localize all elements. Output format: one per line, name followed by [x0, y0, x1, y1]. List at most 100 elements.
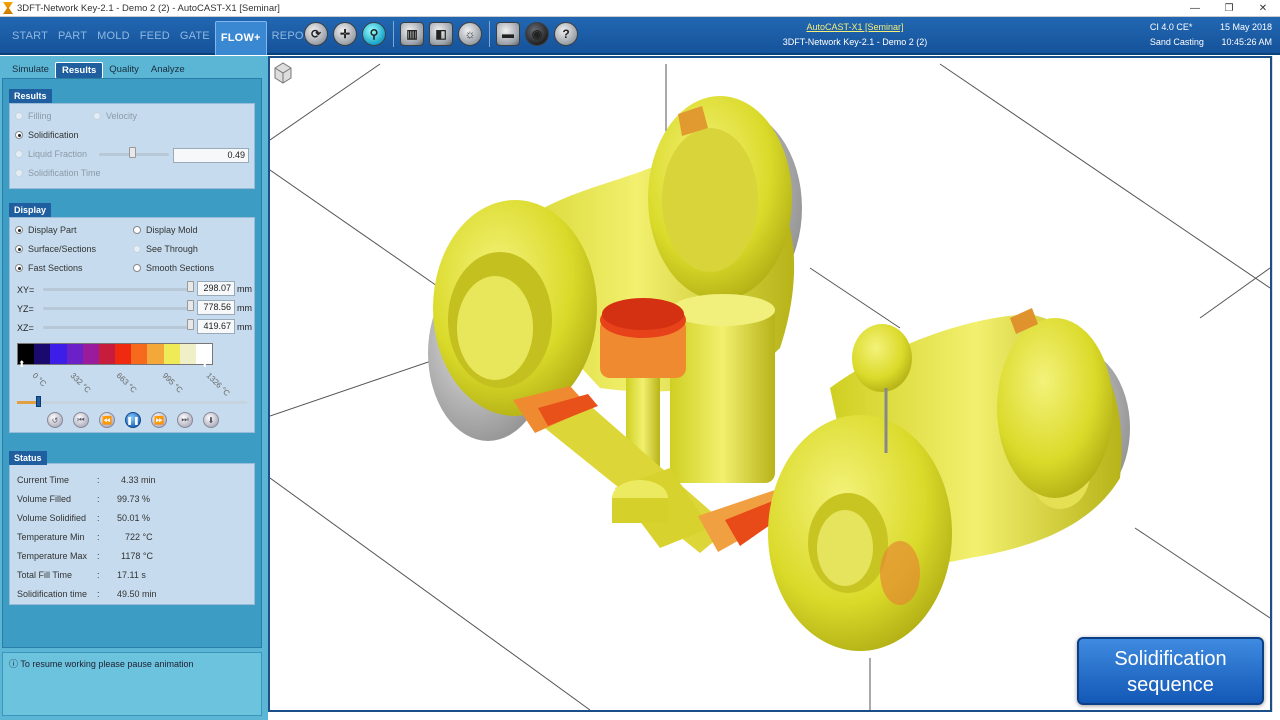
legend-swatch	[147, 344, 164, 364]
window-controls: — ❐ ✕	[1178, 0, 1280, 17]
help-icon[interactable]: ?	[554, 22, 578, 46]
yz-slider[interactable]	[43, 307, 193, 310]
solidification-time-radio[interactable]: Solidification Time	[15, 168, 101, 178]
yz-slider-thumb[interactable]	[187, 300, 194, 311]
menu-flow[interactable]: FLOW+	[214, 21, 267, 55]
smooth-sections-radio[interactable]: Smooth Sections	[133, 263, 214, 273]
fast-forward-icon[interactable]: ⏩	[151, 412, 167, 428]
casting-model-view	[269, 62, 1271, 711]
display-mold-radio[interactable]: Display Mold	[133, 225, 198, 235]
casting-flange-right	[997, 318, 1113, 498]
yz-unit: mm	[237, 303, 252, 313]
menu-start[interactable]: START	[7, 17, 53, 55]
material-label: CI 4.0 CE*	[1149, 22, 1193, 32]
reset-icon[interactable]: ↺	[47, 412, 63, 428]
legend-swatch	[82, 344, 99, 364]
info-icon: ⓘ	[9, 659, 19, 669]
max-marker-icon[interactable]: ⬆	[201, 359, 209, 370]
left-panel: Simulate Results Quality Analyze Results…	[0, 56, 268, 720]
legend-swatch	[131, 344, 148, 364]
animation-progress-fill	[17, 401, 38, 404]
casting-flange-face	[662, 128, 758, 272]
xz-value[interactable]: 419.67	[197, 319, 235, 334]
caption-line-2: sequence	[1127, 674, 1214, 696]
menu-gate[interactable]: GATE	[175, 17, 215, 55]
min-marker-icon[interactable]: ⬆	[18, 359, 26, 370]
date-label: 15 May 2018	[1219, 22, 1272, 32]
solidification-radio[interactable]: Solidification	[15, 130, 79, 140]
tab-analyze[interactable]: Analyze	[145, 62, 191, 79]
pouring-basin-hot-spot	[602, 298, 684, 330]
status-header: Status	[9, 451, 47, 465]
xy-slider-thumb[interactable]	[187, 281, 194, 292]
xz-slider-thumb[interactable]	[187, 319, 194, 330]
zoom-icon[interactable]: ⚲	[362, 22, 386, 46]
results-header: Results	[9, 89, 52, 103]
legend-swatch	[50, 344, 67, 364]
horizontal-scrollbar[interactable]	[268, 712, 1272, 720]
display-part-radio[interactable]: Display Part	[15, 225, 77, 235]
liquid-fraction-thumb[interactable]	[129, 147, 136, 158]
info-message: To resume working please pause animation	[20, 659, 194, 669]
download-icon[interactable]: ⬇	[203, 412, 219, 428]
camera-icon[interactable]: ◉	[525, 22, 549, 46]
menu-part[interactable]: PART	[53, 17, 92, 55]
menu-feed[interactable]: FEED	[135, 17, 175, 55]
toolbar-divider	[489, 21, 490, 47]
title-bar: 3DFT-Network Key-2.1 - Demo 2 (2) - Auto…	[0, 0, 1280, 17]
xz-unit: mm	[237, 322, 252, 332]
restore-button[interactable]: ❐	[1212, 0, 1246, 17]
info-message-box: ⓘ To resume working please pause animati…	[2, 652, 262, 716]
close-button[interactable]: ✕	[1246, 0, 1280, 17]
section-view-icon[interactable]: ◧	[429, 22, 453, 46]
minimize-button[interactable]: —	[1178, 0, 1212, 17]
xz-slider[interactable]	[43, 326, 193, 329]
rewind-icon[interactable]: ⏪	[99, 412, 115, 428]
status-row-volume-filled: Volume Filled:99.73 %	[17, 494, 151, 504]
velocity-radio[interactable]: Velocity	[93, 111, 137, 121]
caption-banner: Solidification sequence	[1077, 637, 1264, 705]
xy-label: XY=	[17, 285, 35, 295]
legend-swatch	[115, 344, 132, 364]
main-menu: START PART MOLD FEED GATE FLOW+ REPORT	[7, 17, 324, 55]
measure-icon[interactable]: ▬	[496, 22, 520, 46]
rotate-icon[interactable]: ⟳	[304, 22, 328, 46]
xz-label: XZ=	[17, 323, 34, 333]
lighting-icon[interactable]: ☼	[458, 22, 482, 46]
yz-value[interactable]: 778.56	[197, 300, 235, 315]
license-link[interactable]: AutoCAST-X1 [Seminar]	[740, 20, 970, 35]
liquid-fraction-radio[interactable]: Liquid Fraction	[15, 149, 87, 159]
skip-end-icon[interactable]: ⏭	[177, 412, 193, 428]
xy-value[interactable]: 298.07	[197, 281, 235, 296]
legend-swatch	[163, 344, 180, 364]
skip-start-icon[interactable]: ⏮	[73, 412, 89, 428]
yz-label: YZ=	[17, 304, 34, 314]
tab-simulate[interactable]: Simulate	[6, 62, 55, 79]
session-info: CI 4.0 CE* 15 May 2018 Sand Casting 10:4…	[1150, 20, 1272, 50]
liquid-fraction-value[interactable]: 0.49	[173, 148, 249, 163]
legend-swatch	[98, 344, 116, 364]
tab-quality[interactable]: Quality	[103, 62, 145, 79]
pause-icon[interactable]: ❚❚	[125, 412, 141, 428]
fast-sections-radio[interactable]: Fast Sections	[15, 263, 83, 273]
caption-line-1: Solidification	[1114, 648, 1227, 670]
filling-radio[interactable]: Filling	[15, 111, 52, 121]
casting-bore-front-inner	[817, 510, 873, 586]
ortho-view-icon[interactable]: ▥	[400, 22, 424, 46]
xy-slider[interactable]	[43, 288, 193, 291]
pan-icon[interactable]: ✛	[333, 22, 357, 46]
see-through-radio[interactable]: See Through	[133, 244, 198, 254]
3d-viewport[interactable]	[268, 56, 1272, 712]
hourglass-icon	[3, 2, 13, 14]
menu-mold[interactable]: MOLD	[92, 17, 135, 55]
sprue-well-side	[612, 498, 668, 523]
sub-tabs: Simulate Results Quality Analyze	[6, 62, 191, 79]
animation-progress-track[interactable]	[17, 401, 247, 404]
tab-results[interactable]: Results	[54, 62, 104, 79]
legend-swatch	[34, 344, 51, 364]
vertical-scrollbar[interactable]	[1272, 56, 1280, 712]
riser-top	[671, 294, 775, 326]
view-cube-icon[interactable]	[274, 62, 292, 84]
animation-progress-thumb[interactable]	[35, 396, 41, 407]
surface-sections-radio[interactable]: Surface/Sections	[15, 244, 96, 254]
